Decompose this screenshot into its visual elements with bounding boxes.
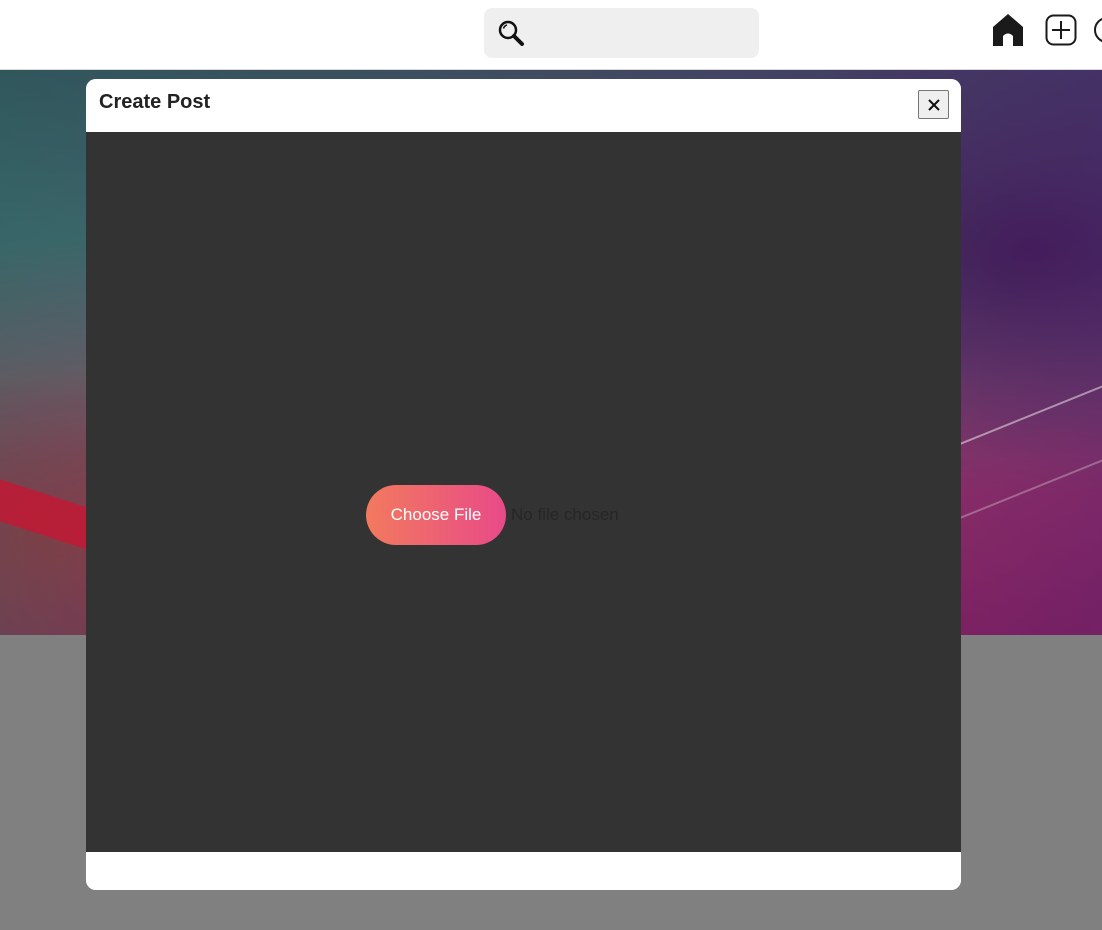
create-post-icon[interactable] <box>1045 14 1077 46</box>
file-status-text: No file chosen <box>511 505 619 524</box>
profile-icon[interactable] <box>1092 15 1102 45</box>
modal-title: Create Post <box>99 91 211 113</box>
top-navigation-bar <box>0 0 1102 70</box>
file-input[interactable]: Choose File No file chosen <box>366 485 619 545</box>
home-icon[interactable] <box>991 12 1025 48</box>
close-button[interactable] <box>918 90 949 119</box>
modal-footer <box>86 852 961 890</box>
search-input[interactable] <box>532 18 747 48</box>
choose-file-button[interactable]: Choose File <box>366 485 506 545</box>
search-bar[interactable] <box>484 8 759 58</box>
close-icon <box>927 98 940 111</box>
create-post-modal: Create Post Choose File No file chosen <box>86 79 961 890</box>
search-icon <box>498 20 524 46</box>
modal-header: Create Post <box>86 79 961 132</box>
upload-area: Choose File No file chosen <box>86 132 961 852</box>
